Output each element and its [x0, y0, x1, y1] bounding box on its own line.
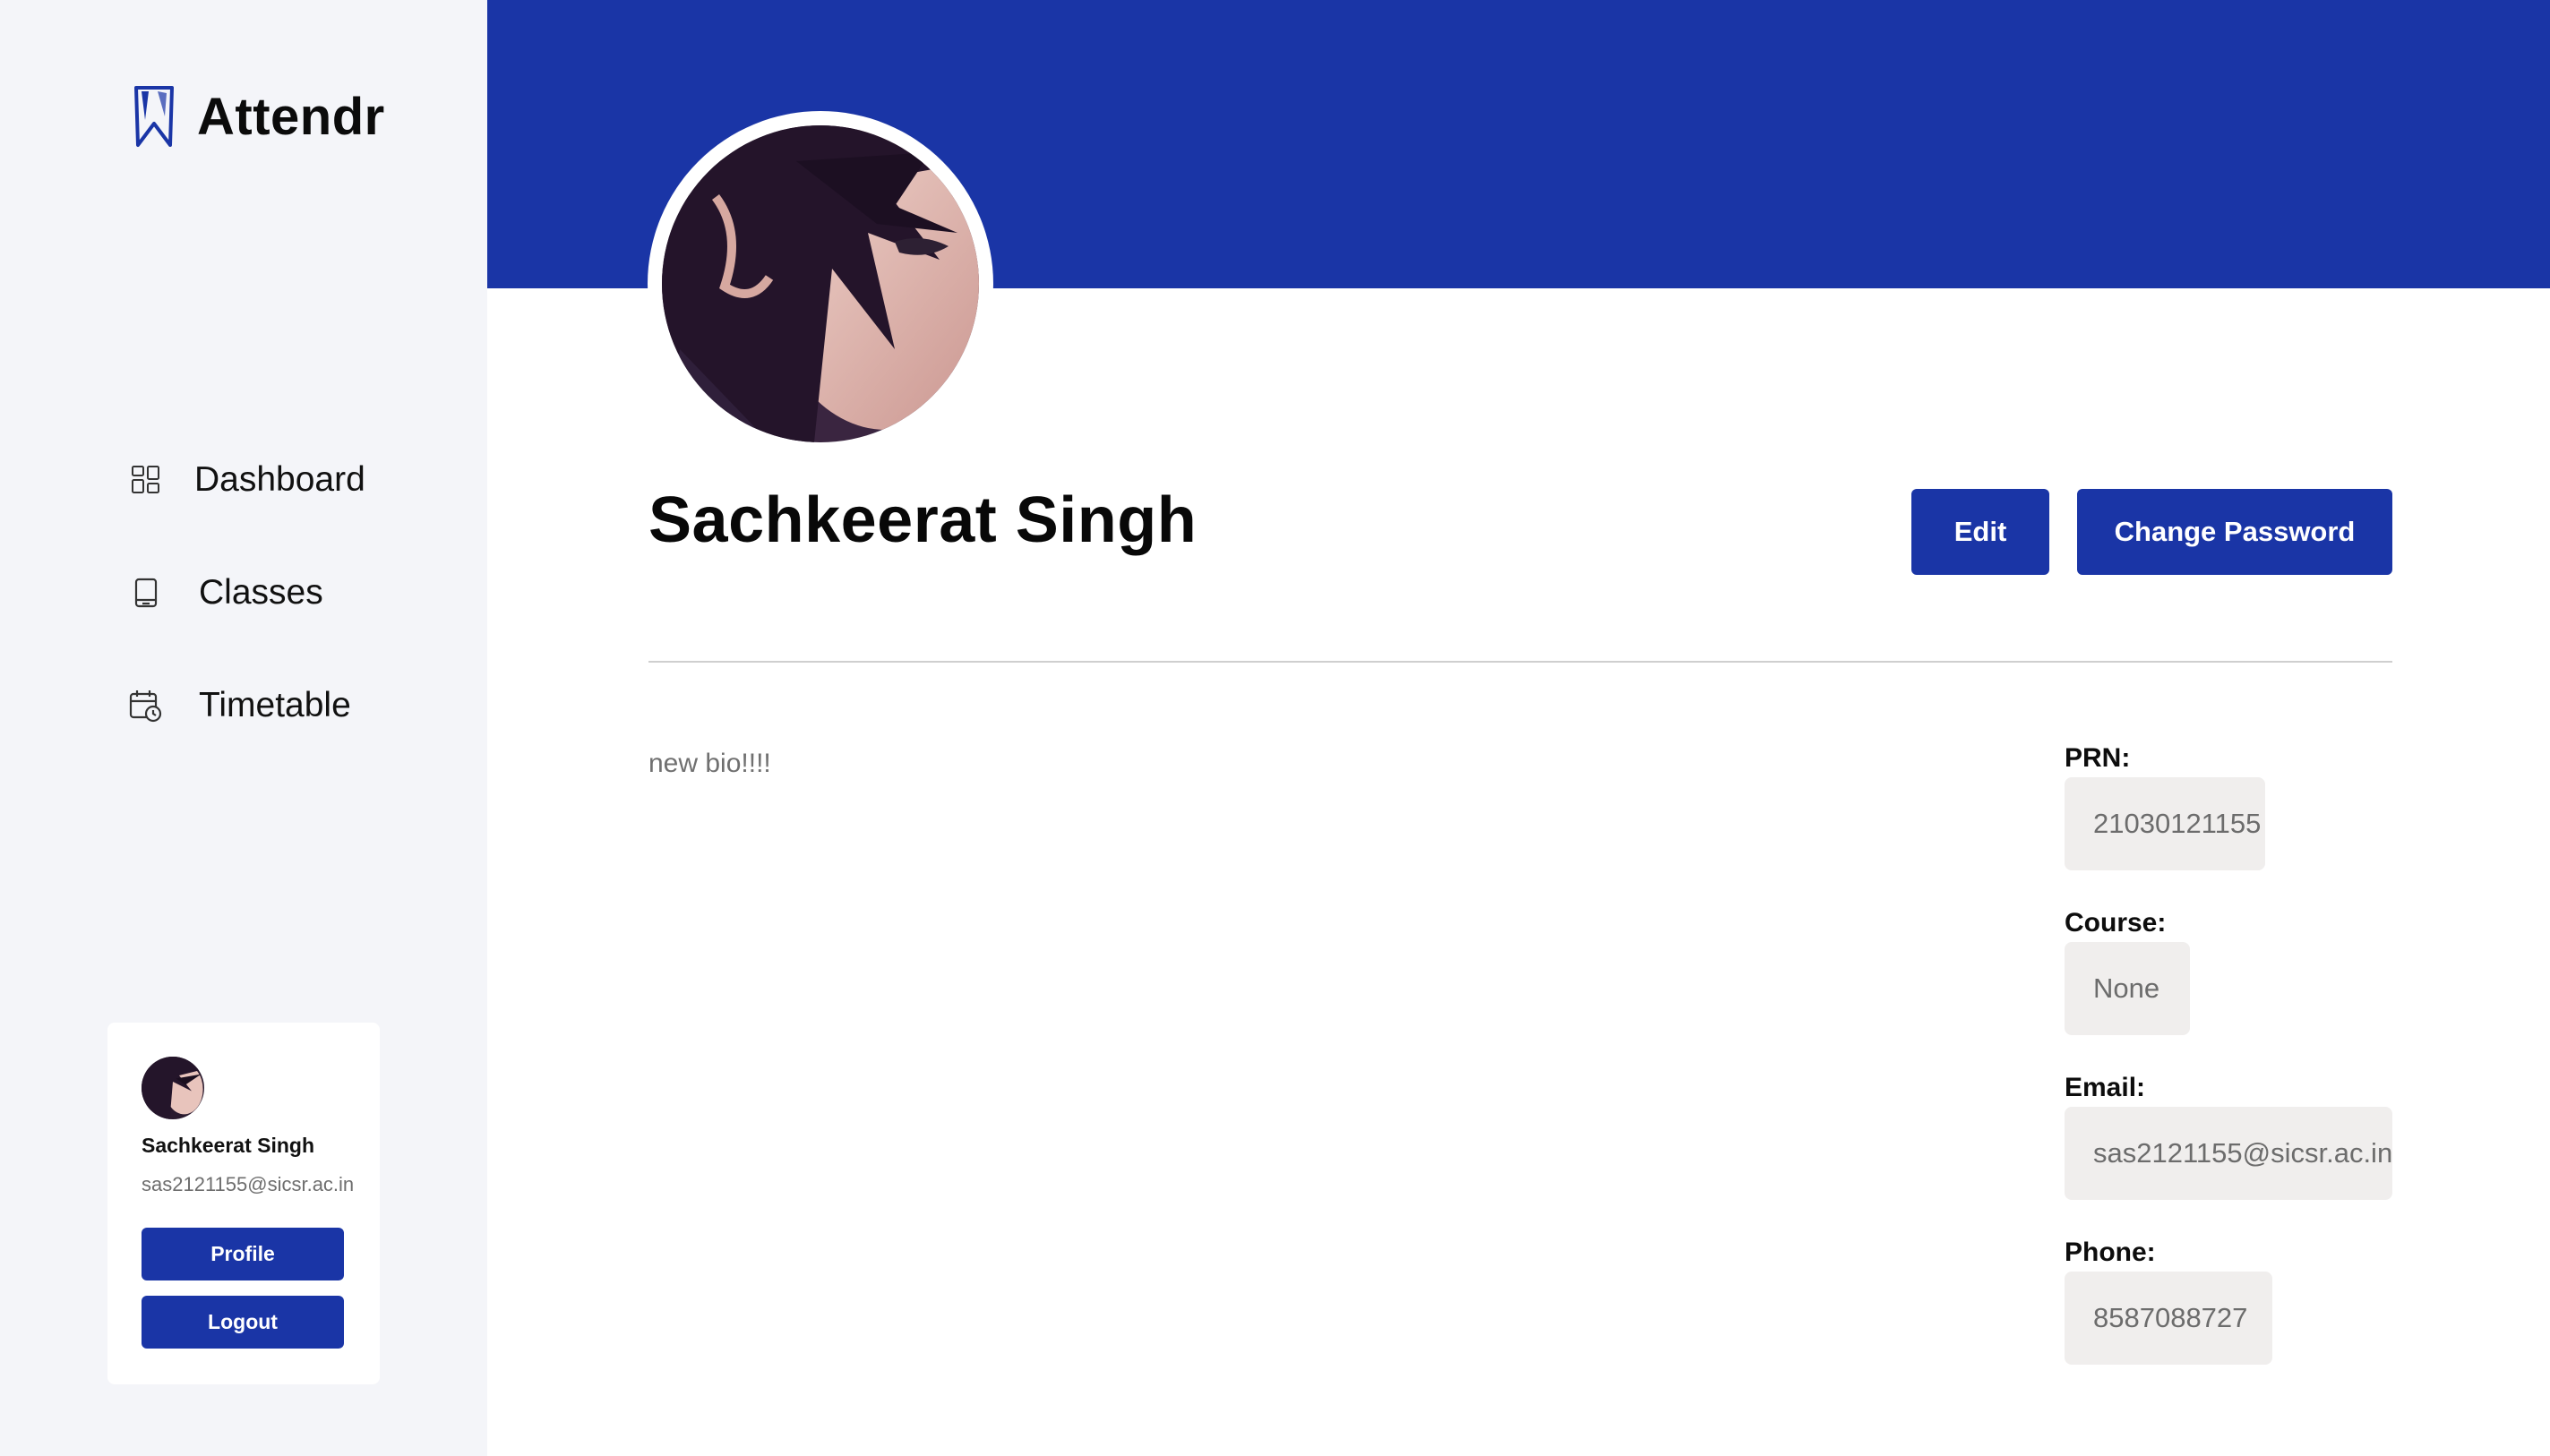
app-name: Attendr — [197, 87, 385, 146]
email-value: sas2121155@sicsr.ac.in — [2065, 1107, 2392, 1200]
prn-label: PRN: — [2065, 743, 2131, 773]
edit-button[interactable]: Edit — [1911, 489, 2049, 575]
logout-button[interactable]: Logout — [142, 1296, 344, 1349]
avatar[interactable] — [142, 1057, 204, 1119]
app-logo[interactable]: Attendr — [131, 84, 385, 149]
course-value: None — [2065, 942, 2190, 1035]
sidebar-item-label: Classes — [199, 573, 323, 612]
sidebar-item-dashboard[interactable]: Dashboard — [129, 460, 365, 500]
user-email: sas2121155@sicsr.ac.in — [142, 1173, 355, 1195]
sidebar: Attendr Dashboard Classes Timetable Sach… — [0, 0, 487, 1456]
sidebar-item-label: Timetable — [199, 686, 351, 724]
bookmark-logo-icon — [134, 86, 174, 147]
sidebar-item-timetable[interactable]: Timetable — [129, 686, 351, 725]
sidebar-item-classes[interactable]: Classes — [129, 573, 323, 612]
book-icon — [129, 576, 163, 610]
dashboard-grid-icon — [129, 463, 163, 497]
sidebar-item-label: Dashboard — [194, 460, 365, 499]
prn-value: 21030121155 — [2065, 777, 2265, 870]
profile-avatar — [648, 111, 993, 457]
phone-value: 8587088727 — [2065, 1272, 2272, 1365]
profile-button[interactable]: Profile — [142, 1228, 344, 1280]
user-card: Sachkeerat Singh sas2121155@sicsr.ac.in … — [107, 1023, 380, 1384]
change-password-button[interactable]: Change Password — [2077, 489, 2392, 575]
course-label: Course: — [2065, 908, 2167, 938]
page-title: Sachkeerat Singh — [648, 484, 1198, 556]
user-name: Sachkeerat Singh — [142, 1134, 315, 1157]
calendar-clock-icon — [129, 689, 163, 723]
profile-bio: new bio!!!! — [648, 749, 771, 778]
divider — [648, 661, 2392, 663]
email-label: Email: — [2065, 1073, 2146, 1102]
phone-label: Phone: — [2065, 1238, 2156, 1267]
